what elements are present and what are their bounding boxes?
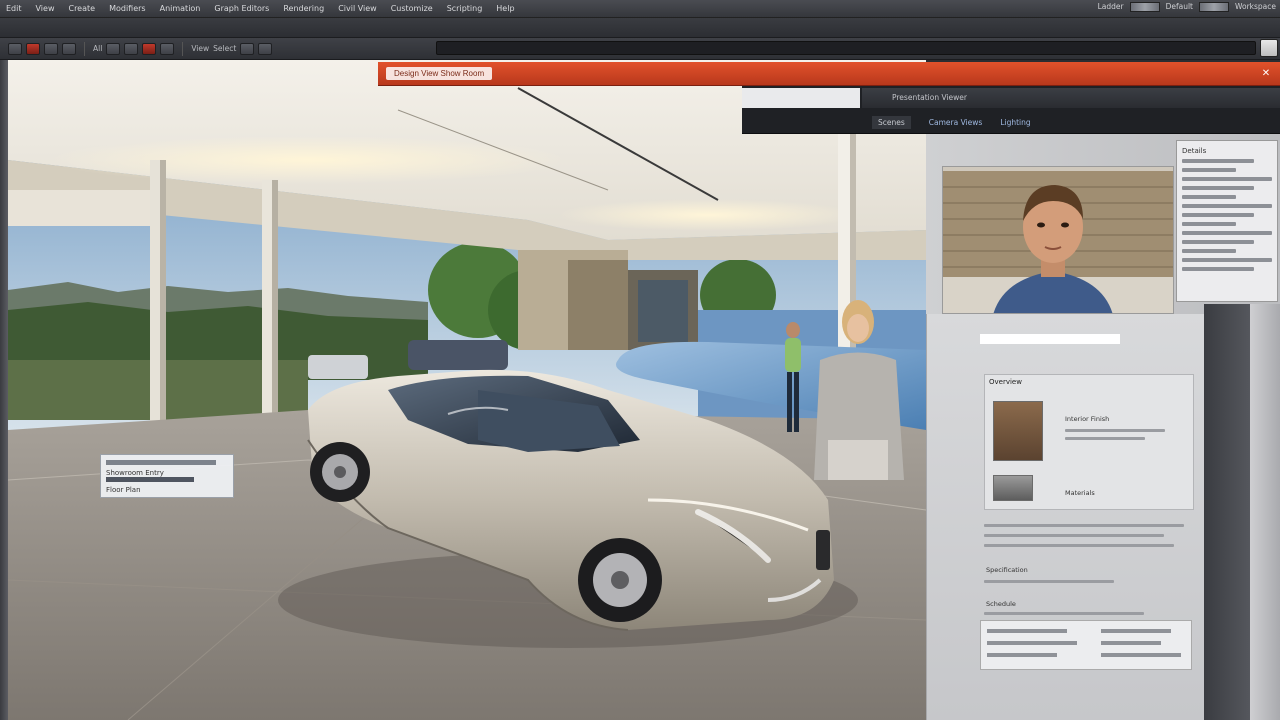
menu-default[interactable]: Default: [1166, 2, 1193, 12]
snap-icon[interactable]: [160, 42, 175, 55]
doc-line: [984, 612, 1144, 615]
info-line: [1182, 186, 1254, 190]
app-window: Edit View Create Modifiers Animation Gra…: [0, 0, 1280, 720]
close-icon[interactable]: ✕: [1260, 68, 1272, 80]
info-line: [1182, 240, 1254, 244]
panel-scrollbar[interactable]: [1204, 304, 1250, 720]
doc-line: [984, 524, 1184, 527]
doc-row-b: Schedule: [986, 600, 1016, 608]
menu-view[interactable]: View: [36, 4, 55, 13]
thumbnail-interior[interactable]: [993, 401, 1043, 461]
info-line: [1182, 204, 1272, 208]
menu-workspace[interactable]: Workspace: [1235, 2, 1276, 12]
label-card-line: [106, 460, 216, 465]
viewport-label-card[interactable]: Showroom Entry Floor Plan: [100, 454, 234, 498]
menu-bar: Edit View Create Modifiers Animation Gra…: [0, 0, 1280, 18]
left-edge-strip: [0, 60, 8, 720]
info-line: [1182, 267, 1254, 271]
doc-table[interactable]: [980, 620, 1192, 670]
menu-rendering[interactable]: Rendering: [283, 4, 324, 13]
command-field[interactable]: [436, 41, 1256, 55]
doc-header-row: [980, 334, 1120, 344]
menu-scripting[interactable]: Scripting: [447, 4, 483, 13]
move-icon[interactable]: [62, 42, 76, 55]
info-line: [1182, 195, 1236, 199]
doc-item-2: Materials: [1065, 489, 1095, 497]
info-card-title: Details: [1182, 147, 1207, 155]
info-line: [1182, 258, 1272, 262]
record-icon[interactable]: [26, 42, 40, 55]
panel-header-title: Presentation Viewer: [892, 93, 967, 102]
doc-item-1: Interior Finish: [1065, 415, 1110, 423]
table-cell: [1101, 653, 1181, 657]
info-line: [1182, 177, 1272, 181]
main-toolbar: [0, 18, 1280, 38]
menu-right-group: Ladder Default Workspace: [1098, 2, 1276, 12]
info-line: [1182, 222, 1236, 226]
label-card-title: Showroom Entry: [106, 469, 164, 477]
mirror-icon[interactable]: [240, 42, 255, 55]
panel-header-blank: [742, 88, 860, 108]
doc-line: [1065, 429, 1165, 432]
doc-line: [984, 544, 1174, 547]
undo-icon[interactable]: [8, 42, 22, 55]
menu-modifiers[interactable]: Modifiers: [109, 4, 146, 13]
doc-row-a: Specification: [986, 566, 1028, 574]
rotate-icon[interactable]: [106, 42, 121, 55]
label-card-line-2: [106, 477, 194, 482]
doc-line: [984, 534, 1164, 537]
menu-help[interactable]: Help: [496, 4, 514, 13]
tab-lighting[interactable]: Lighting: [1000, 118, 1030, 127]
menu-animation[interactable]: Animation: [160, 4, 201, 13]
menu-edit[interactable]: Edit: [6, 4, 22, 13]
filter-all[interactable]: All: [93, 44, 102, 53]
scale-icon[interactable]: [124, 42, 139, 55]
workspace-swatch[interactable]: [1129, 2, 1160, 12]
select-dropdown[interactable]: Select: [213, 44, 236, 53]
doc-subsection[interactable]: Overview Interior Finish Materials: [984, 374, 1194, 510]
menu-create[interactable]: Create: [68, 4, 95, 13]
menu-customize[interactable]: Customize: [391, 4, 433, 13]
table-cell: [987, 641, 1077, 645]
info-card[interactable]: Details: [1176, 140, 1278, 302]
tab-scenes[interactable]: Scenes: [872, 115, 911, 129]
doc-line: [984, 580, 1114, 583]
info-line: [1182, 168, 1236, 172]
viewport-render: [8, 60, 926, 720]
table-cell: [1101, 641, 1161, 645]
table-cell: [987, 629, 1067, 633]
3d-viewport[interactable]: Showroom Entry Floor Plan: [8, 60, 926, 720]
doc-line: [1065, 437, 1145, 440]
menu-graph-editors[interactable]: Graph Editors: [214, 4, 269, 13]
info-line: [1182, 231, 1272, 235]
select-icon[interactable]: [44, 42, 58, 55]
info-line: [1182, 213, 1254, 217]
table-cell: [987, 653, 1057, 657]
tab-camera-views[interactable]: Camera Views: [929, 118, 983, 127]
workspace-swatch-2[interactable]: [1199, 2, 1229, 12]
panel-tabs: Scenes Camera Views Lighting: [742, 110, 1280, 134]
toolbar-separator-2: [182, 41, 184, 56]
render-icon[interactable]: [142, 42, 157, 55]
far-right-strip: [1250, 304, 1280, 720]
table-cell: [1101, 629, 1171, 633]
view-dropdown[interactable]: View: [191, 44, 209, 53]
thumbnail-material[interactable]: [993, 475, 1033, 501]
portrait-image: [943, 167, 1173, 313]
floating-window-tab[interactable]: Design View Show Room: [386, 67, 493, 80]
info-line: [1182, 249, 1236, 253]
panel-header: Presentation Viewer Scenes Camera Views …: [742, 86, 1280, 134]
menu-ladder[interactable]: Ladder: [1098, 2, 1124, 12]
doc-section-title: Overview: [989, 378, 1022, 386]
menu-civil-view[interactable]: Civil View: [338, 4, 377, 13]
label-card-sub: Floor Plan: [106, 486, 141, 494]
toolbar-separator: [84, 41, 85, 56]
info-line: [1182, 159, 1254, 163]
floating-window-titlebar[interactable]: Design View Show Room ✕: [378, 62, 1280, 86]
maximize-icon[interactable]: [1260, 39, 1278, 57]
portrait-card[interactable]: [942, 166, 1174, 314]
align-icon[interactable]: [258, 42, 273, 55]
